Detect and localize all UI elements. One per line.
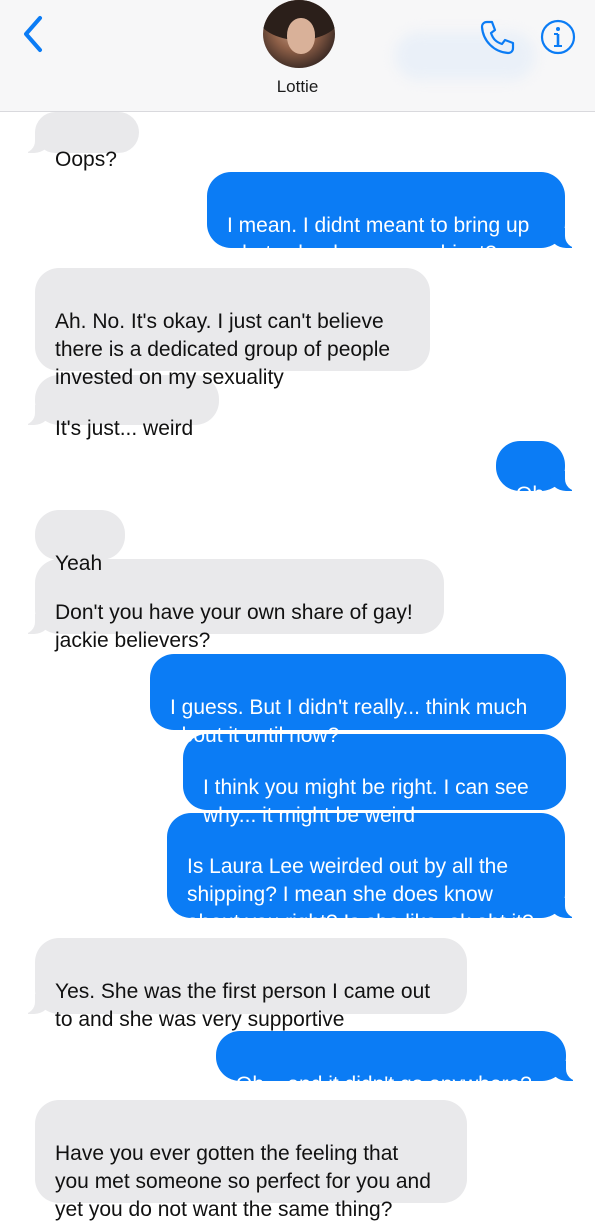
message-text: Have you ever gotten the feeling that yo… xyxy=(55,1142,431,1221)
message-text: Yes. She was the first person I came out… xyxy=(55,980,431,1031)
message-text: Don't you have your own share of gay! ja… xyxy=(55,601,413,652)
info-icon[interactable] xyxy=(539,18,577,56)
conversation-header: Lottie xyxy=(0,0,595,112)
received-message[interactable]: Have you ever gotten the feeling that yo… xyxy=(35,1100,467,1221)
message-text: Ah. No. It's okay. I just can't believe … xyxy=(55,310,391,389)
sent-message[interactable]: I guess. But I didn't really... think mu… xyxy=(150,654,566,747)
received-message[interactable]: Oops? xyxy=(13,112,139,171)
received-message[interactable]: Yes. She was the first person I came out… xyxy=(13,938,467,1031)
avatar[interactable] xyxy=(263,0,335,68)
message-text: Is Laura Lee weirded out by all the ship… xyxy=(187,855,534,934)
phone-icon[interactable] xyxy=(478,18,516,56)
sent-message[interactable]: Oh xyxy=(496,441,587,506)
message-text: I mean. I didnt meant to bring up whats … xyxy=(227,214,530,265)
received-message[interactable]: Ah. No. It's okay. I just can't believe … xyxy=(35,268,430,389)
contact-name[interactable]: Lottie xyxy=(0,77,595,97)
message-text: Yeah xyxy=(55,552,103,575)
message-text: Oh xyxy=(516,483,545,506)
sent-message[interactable]: I mean. I didnt meant to bring up whats … xyxy=(207,172,587,265)
message-text: It's just... weird xyxy=(55,417,194,440)
message-text: Oops? xyxy=(55,148,117,171)
received-message[interactable]: Yeah xyxy=(35,510,125,575)
chevron-left-icon[interactable] xyxy=(18,14,48,54)
sent-message[interactable]: Oh... and it didn't go anywhere? xyxy=(216,1031,588,1096)
sent-message[interactable]: Is Laura Lee weirded out by all the ship… xyxy=(167,813,587,934)
message-text: Oh... and it didn't go anywhere? xyxy=(236,1073,532,1096)
